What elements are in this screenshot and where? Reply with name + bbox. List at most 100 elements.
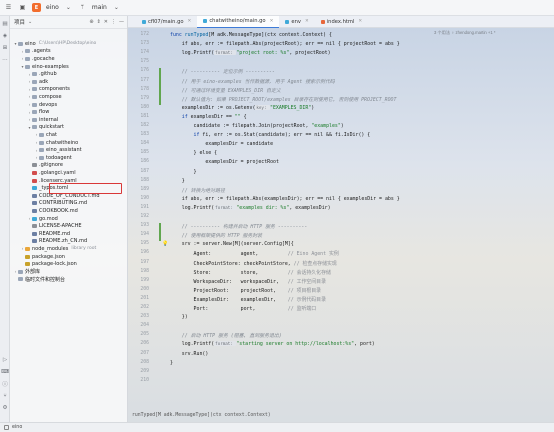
tree-item-readme-zh-cn-md[interactable]: README.zh_CN.md <box>10 238 128 246</box>
code-line[interactable]: // 用于 eino-examples 当作数据源, 用于 Agent 搜索示例… <box>170 78 335 85</box>
collapse-icon[interactable]: ⇕ <box>97 19 101 25</box>
code-line[interactable]: // 启动 HTTP 服务 (阻塞, 直到服务退出) <box>170 332 282 339</box>
main-menu-icon[interactable]: ☰ <box>4 3 13 12</box>
code-line[interactable]: } <box>170 169 197 175</box>
usages-hint[interactable]: 3 个用法 ♀ zhendong.martin +1 * <box>434 30 495 36</box>
toolbar-toggle-icon[interactable]: ▣ <box>18 3 27 12</box>
code-line[interactable]: } <box>170 178 185 184</box>
code-line[interactable]: Agent: agent, // Eino Agent 实例 <box>170 250 339 257</box>
close-icon[interactable]: ✕ <box>104 19 108 25</box>
code-line[interactable]: func runTyped[M adk.MessageType](ctx con… <box>170 32 332 38</box>
code-line[interactable]: if abs, err := filepath.Abs(projectRoot)… <box>170 41 400 47</box>
code-line[interactable]: ExamplesDir: examplesDir, // 示例代码目录 <box>170 296 326 303</box>
tree-item-flow[interactable]: › flow <box>10 108 128 116</box>
tree-item-eino-assistant[interactable]: › eino_assistant <box>10 146 128 154</box>
tree-item-eino[interactable]: ▾ eino C:\Users\HP\Desktop\eino <box>10 40 128 48</box>
tree-item-gitignore[interactable]: .gitignore <box>10 162 128 170</box>
tree-item-quickstart[interactable]: ▾ quickstart <box>10 124 128 132</box>
code-line[interactable]: log.Printf(format: "examples dir: %s", e… <box>170 204 331 211</box>
tree-item-[interactable]: 临时文件和控制台 <box>10 276 128 284</box>
options-icon[interactable]: ⋮ <box>111 19 116 25</box>
code-line[interactable]: // ---------- 定位示例 ---------- <box>170 68 275 75</box>
code-line[interactable]: Port: port, // 监听端口 <box>170 305 317 312</box>
git-icon[interactable]: ⑂ <box>1 392 9 400</box>
tree-item-package-json[interactable]: package.json <box>10 253 128 261</box>
close-icon[interactable]: ✕ <box>305 19 309 24</box>
change-marker[interactable] <box>159 223 161 242</box>
terminal-icon[interactable]: ⌨ <box>1 368 9 376</box>
project-panel-title[interactable]: 项目 <box>14 18 25 26</box>
code-line[interactable]: WorkspaceDir: workspaceDir, // 工作空间目录 <box>170 278 326 285</box>
tree-item-eino-examples[interactable]: ▾ eino-examples <box>10 63 128 71</box>
branch-name[interactable]: main <box>92 4 107 11</box>
tab-cfl07-main-go[interactable]: cfl07/main.go ✕ <box>136 16 197 28</box>
code-line[interactable]: srv := server.New[M](server.Config[M]{ <box>170 241 294 247</box>
minimize-icon[interactable]: — <box>119 19 124 25</box>
tree-item-gocache[interactable]: › .gocache <box>10 55 128 63</box>
code-line[interactable]: CheckPointStore: checkPointStore, // 检查点… <box>170 260 337 267</box>
tree-item-chatwitheino[interactable]: › chatwitheino <box>10 139 128 147</box>
code-line[interactable]: candidate := filepath.Join(projectRoot, … <box>170 123 344 129</box>
code-line[interactable]: log.Printf(format: "project root: %s", p… <box>170 50 331 56</box>
intention-bulb-icon[interactable]: 💡 <box>162 241 168 247</box>
structure-icon[interactable]: ⊞ <box>1 44 9 52</box>
problems-icon[interactable]: ⓘ <box>1 380 9 388</box>
chevron-down-icon[interactable]: ⌄ <box>112 3 121 12</box>
project-view-icon[interactable]: ▤ <box>1 20 9 28</box>
code-line[interactable]: // 使用框架提供的 HTTP 服务封装 <box>170 232 262 239</box>
tree-item-agents[interactable]: › .agents <box>10 48 128 56</box>
code-line[interactable]: ProjectRoot: projectRoot, // 项目根目录 <box>170 287 322 294</box>
close-icon[interactable]: ✕ <box>270 19 274 24</box>
more-icon[interactable]: ⋯ <box>1 56 9 64</box>
chevron-down-icon[interactable]: ⌄ <box>28 19 32 25</box>
tree-item-license-apache[interactable]: LICENSE-APACHE <box>10 222 128 230</box>
code-line[interactable]: } else { <box>170 150 218 156</box>
code-line[interactable]: // 转换为绝对路径 <box>170 187 225 194</box>
tree-item-golangci-yaml[interactable]: .golangci.yaml <box>10 169 128 177</box>
tree-item-compose[interactable]: › compose <box>10 93 128 101</box>
code-line[interactable]: if abs, err := filepath.Abs(examplesDir)… <box>170 196 400 202</box>
tree-item-todoagent[interactable]: › todoagent <box>10 154 128 162</box>
code-line[interactable]: log.Printf(format: "starting server on h… <box>170 341 375 347</box>
tree-item-go-mod[interactable]: › go.mod <box>10 215 128 223</box>
tree-item-github[interactable]: › .github <box>10 70 128 78</box>
tree-item-cookbook-md[interactable]: COOKBOOK.md <box>10 207 128 215</box>
code-line[interactable]: examplesDir = candidate <box>170 141 273 147</box>
run-icon[interactable]: ▷ <box>1 356 9 364</box>
close-icon[interactable]: ✕ <box>358 19 362 24</box>
commit-icon[interactable]: ◈ <box>1 32 9 40</box>
code-line[interactable]: if examplesDir == "" { <box>170 114 247 120</box>
tab-index-html[interactable]: index.html ✕ <box>315 16 368 28</box>
tree-item-node-modules[interactable]: › node_modules library root <box>10 245 128 253</box>
project-name[interactable]: eino <box>46 4 59 11</box>
change-marker[interactable] <box>159 68 161 105</box>
code-line[interactable]: } <box>170 360 173 366</box>
tree-item-adk[interactable]: › adk <box>10 78 128 86</box>
code-line[interactable]: examplesDir = projectRoot <box>170 159 279 165</box>
code-line[interactable]: Store: store, // 会话持久化存储 <box>170 269 331 276</box>
code-line[interactable]: // ---------- 构建并启动 HTTP 服务 ---------- <box>170 223 308 230</box>
close-icon[interactable]: ✕ <box>188 19 192 24</box>
tree-item-package-lock-json[interactable]: package-lock.json <box>10 260 128 268</box>
locate-icon[interactable]: ⊕ <box>89 19 93 25</box>
tree-item-[interactable]: › 外部库 <box>10 268 128 276</box>
status-project[interactable]: eino <box>12 425 22 430</box>
code-line[interactable]: // 默认值为: 如果 PROJECT_ROOT/examples 目录存在则使… <box>170 96 397 103</box>
project-badge[interactable]: E <box>32 3 41 12</box>
tree-item-contributing-md[interactable]: CONTRIBUTING.md <box>10 200 128 208</box>
code-line[interactable]: srv.Run() <box>170 351 209 357</box>
tree-item-readme-md[interactable]: README.md <box>10 230 128 238</box>
code-line[interactable]: // 可通过环境变量 EXAMPLES_DIR 自定义 <box>170 87 281 94</box>
tree-item-internal[interactable]: › internal <box>10 116 128 124</box>
tab-env[interactable]: env ✕ <box>279 16 314 28</box>
tab-chatwitheino-main-go[interactable]: chatwitheino/main.go ✕ <box>197 15 280 28</box>
breadcrumb[interactable]: runTyped[M adk.MessageType](ctx context.… <box>128 408 554 422</box>
code-line[interactable]: if fi, err := os.Stat(candidate); err ==… <box>170 132 371 138</box>
chevron-down-icon[interactable]: ⌄ <box>64 3 73 12</box>
tree-item-components[interactable]: › components <box>10 86 128 94</box>
services-icon[interactable]: ⚙ <box>1 404 9 412</box>
code-view[interactable]: func runTyped[M adk.MessageType](ctx con… <box>152 28 552 408</box>
tree-item-devops[interactable]: › devops <box>10 101 128 109</box>
code-line[interactable]: examplesDir := os.Getenv(key: "EXAMPLES_… <box>170 104 314 111</box>
code-line[interactable]: }) <box>170 314 188 320</box>
